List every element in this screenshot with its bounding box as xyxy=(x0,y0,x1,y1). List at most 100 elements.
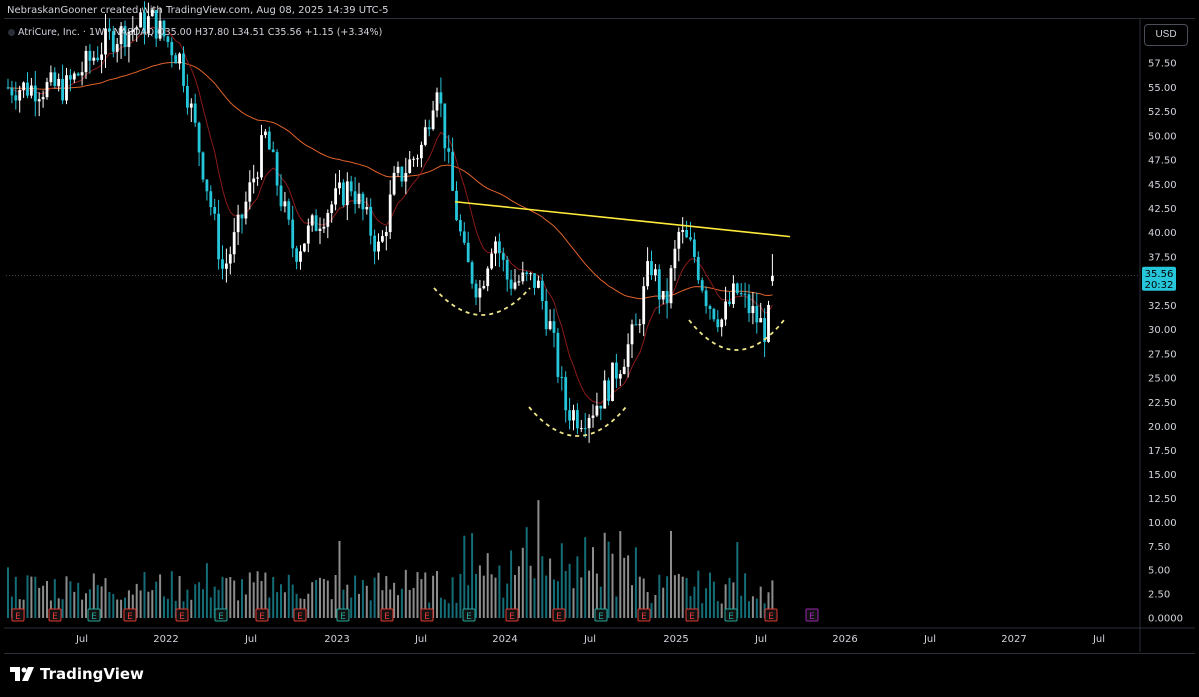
candle-body xyxy=(771,275,774,282)
y-tick-label: 50.00 xyxy=(1148,131,1177,142)
candle-body xyxy=(80,72,84,76)
candle-body xyxy=(618,373,622,379)
candle-body xyxy=(10,87,14,96)
volume-bar xyxy=(397,595,399,618)
left-shoulder-curve xyxy=(433,287,531,316)
volume-bar xyxy=(627,555,630,618)
candle-body xyxy=(673,248,677,269)
candle-body xyxy=(755,306,759,323)
candle-body xyxy=(634,324,638,326)
earnings-marker-letter: E xyxy=(424,612,430,622)
candle-body xyxy=(14,95,18,101)
volume-bar xyxy=(545,575,548,618)
x-tick-label: 2022 xyxy=(153,634,178,645)
volume-bar xyxy=(77,582,80,618)
candle-body xyxy=(423,127,427,145)
price-chart[interactable]: 57.50 55.00 52.50 50.00 47.50 45.00 42.50 40.00… xyxy=(0,0,1199,697)
x-tick-label: 2024 xyxy=(492,634,517,645)
candle-body xyxy=(669,268,673,304)
candle-body xyxy=(685,230,688,238)
bar-countdown: 20:32 xyxy=(1145,280,1174,291)
volume-bar xyxy=(709,572,711,618)
volume-bar xyxy=(576,556,579,618)
candle-body xyxy=(41,97,45,100)
candle-body xyxy=(544,300,548,330)
candle-body xyxy=(416,158,419,160)
earnings-marker-letter: E xyxy=(297,612,303,622)
x-tick-label: Jul xyxy=(754,634,767,645)
candle-body xyxy=(638,324,642,326)
volume-bar xyxy=(229,577,232,618)
candle-body xyxy=(665,291,669,304)
candle-body xyxy=(303,243,306,252)
candle-body xyxy=(33,85,37,102)
x-tick-label: 2027 xyxy=(1001,634,1026,645)
candle-body xyxy=(427,127,431,130)
candle-body xyxy=(654,269,657,276)
earnings-marker-letter: E xyxy=(466,612,472,622)
volume-bar xyxy=(744,573,747,618)
candle-body xyxy=(747,294,751,314)
candle-body xyxy=(482,286,486,289)
candle-body xyxy=(392,172,396,195)
volume-bar xyxy=(521,547,524,618)
volume-bar xyxy=(112,593,115,618)
volume-bar xyxy=(143,572,146,618)
x-tick-label: Jul xyxy=(414,634,427,645)
volume-bar xyxy=(7,567,9,618)
candle-body xyxy=(579,428,583,430)
volume-bar xyxy=(291,584,294,618)
volume-bar xyxy=(471,533,474,618)
candle-body xyxy=(88,50,92,61)
tradingview-logo[interactable]: TradingView xyxy=(10,663,144,685)
volume-bar xyxy=(116,599,119,618)
volume-bar xyxy=(108,591,111,618)
volume-bar xyxy=(104,578,107,618)
volume-bar xyxy=(654,594,657,618)
y-tick-label: 47.50 xyxy=(1148,156,1177,167)
legend-change: +1.15 (+3.34%) xyxy=(304,27,383,38)
candle-body xyxy=(439,92,443,104)
volume-bar xyxy=(603,532,606,618)
y-tick-label: 22.50 xyxy=(1148,398,1177,409)
volume-bar xyxy=(338,540,341,618)
candle-body xyxy=(587,417,591,429)
volume-bar xyxy=(592,547,594,618)
volume-bar xyxy=(307,593,310,618)
volume-bar xyxy=(482,575,485,618)
candle-body xyxy=(607,380,610,401)
volume-bar xyxy=(631,585,633,618)
volume-bar xyxy=(377,572,380,618)
candle-body xyxy=(330,204,334,214)
earnings-marker-letter: E xyxy=(509,612,515,622)
volume-bar xyxy=(634,547,637,618)
y-tick-label: 55.00 xyxy=(1148,83,1177,94)
candle-body xyxy=(447,148,451,152)
candle-body xyxy=(603,380,607,409)
candle-body xyxy=(583,428,587,430)
volume-bar xyxy=(416,572,419,618)
volume-bar xyxy=(170,571,173,618)
currency-button[interactable]: USD xyxy=(1144,24,1188,46)
candle-body xyxy=(509,279,513,289)
candle-body xyxy=(18,90,22,101)
last-price-value: 35.56 xyxy=(1145,269,1174,280)
volume-bar xyxy=(81,599,84,618)
y-tick-label: 45.00 xyxy=(1148,180,1177,191)
x-tick-label: Jul xyxy=(75,634,88,645)
candle-body xyxy=(501,253,505,260)
x-tick-label: Jul xyxy=(583,634,596,645)
volume-bar xyxy=(73,591,76,618)
candle-body xyxy=(174,55,178,64)
candle-body xyxy=(650,261,653,276)
volume-bar xyxy=(541,556,544,618)
earnings-marker-letter: E xyxy=(91,612,97,622)
candle-body xyxy=(115,44,119,52)
candle-body xyxy=(209,191,213,208)
candle-body xyxy=(466,242,470,263)
volume-bar xyxy=(498,565,501,618)
volume-bar xyxy=(658,574,661,618)
candle-body xyxy=(326,213,330,227)
candle-body xyxy=(396,166,400,173)
candle-body xyxy=(739,293,743,295)
